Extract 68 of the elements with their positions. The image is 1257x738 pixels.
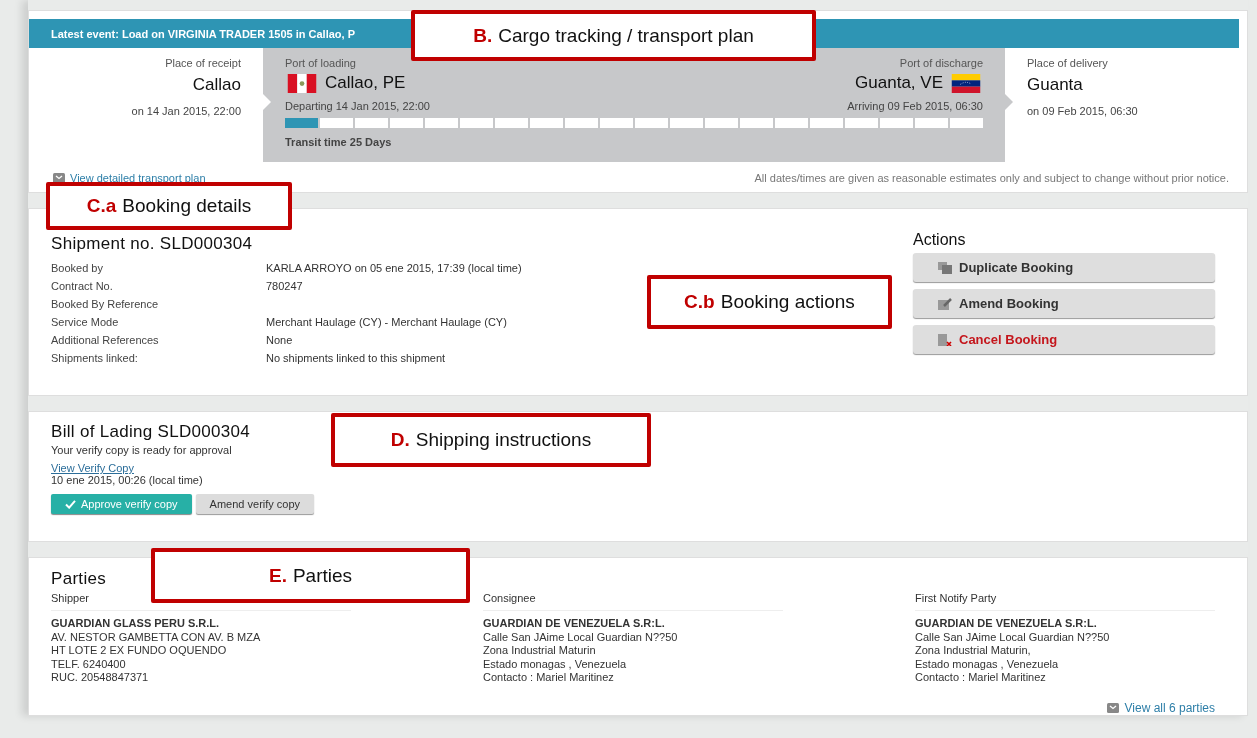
transit-time: Transit time 25 Days	[285, 136, 393, 148]
cancel-document-icon	[938, 333, 952, 346]
address-line: TELF. 6240400	[51, 657, 127, 671]
field-label: Additional References	[51, 334, 160, 346]
field-label: Booked by	[51, 262, 104, 274]
address-line: Zona Industrial Maturin	[483, 644, 597, 658]
action-button[interactable]: Amend Booking	[913, 289, 1215, 318]
date-text: on 09 Feb 2015, 06:30	[1027, 105, 1139, 117]
annotation-callout: E. Parties	[151, 548, 470, 603]
shipment-title: Shipment no. SLD000304	[51, 235, 253, 253]
party-name: GUARDIAN GLASS PERU S.R.L.	[51, 617, 221, 631]
place-name: Guanta	[1027, 75, 1084, 95]
place-label: Place of delivery	[1027, 57, 1109, 69]
date-text: Departing 14 Jan 2015, 22:00	[285, 100, 430, 112]
field-value: No shipments linked to this shipment	[266, 352, 446, 364]
action-button[interactable]: Cancel Booking	[913, 325, 1215, 354]
verify-button[interactable]: Amend verify copy	[195, 494, 315, 514]
field-label: Shipments linked:	[51, 352, 139, 364]
bill-of-lading-title: Bill of Lading SLD000304	[51, 423, 251, 441]
party-role: Consignee	[483, 592, 783, 611]
date-text: Arriving 09 Feb 2015, 06:30	[847, 100, 983, 112]
port-label: Port of loading	[285, 57, 357, 69]
address-line: AV. NESTOR GAMBETTA CON AV. B MZA	[51, 630, 262, 644]
annotation-callout: C.b Booking actions	[647, 275, 892, 329]
view-parties-link[interactable]: View all 6 parties	[1106, 700, 1215, 715]
edit-icon	[938, 297, 952, 310]
party-name: GUARDIAN DE VENEZUELA S.R:L.	[915, 617, 1098, 631]
flag-icon	[285, 73, 319, 93]
date-text: on 14 Jan 2015, 22:00	[130, 105, 241, 117]
field-value: 780247	[266, 280, 303, 292]
field-label: Contract No.	[51, 280, 114, 292]
field-value: None	[266, 334, 293, 346]
place-label: Place of receipt	[164, 57, 241, 69]
address-line: Estado monagas , Venezuela	[483, 657, 628, 671]
address-line: RUC. 20548847371	[51, 671, 150, 685]
copy-icon	[938, 261, 952, 274]
date-text: 10 ene 2015, 00:26 (local time)	[51, 474, 203, 486]
transport-plan-link[interactable]: View detailed transport plan	[53, 172, 206, 184]
address-line: Estado monagas , Venezuela	[915, 657, 1060, 671]
annotation-callout: B. Cargo tracking / transport plan	[411, 10, 816, 61]
address-line: HT LOTE 2 EX FUNDO OQUENDO	[51, 644, 228, 658]
expand-icon	[1106, 702, 1119, 713]
port-name: Callao, PE	[325, 73, 406, 93]
check-icon	[65, 499, 76, 509]
address-line: Zona Industrial Maturin,	[915, 644, 1032, 658]
field-value: KARLA ARROYO on 05 ene 2015, 17:39 (local time)	[266, 262, 522, 274]
party-name: GUARDIAN DE VENEZUELA S.R:L.	[483, 617, 666, 631]
address-line: Calle San JAime Local Guardian N??50	[915, 630, 1111, 644]
address-line: Calle San JAime Local Guardian N??50	[483, 630, 679, 644]
field-label: Booked By Reference	[51, 298, 159, 310]
port-name: Guanta, VE	[855, 73, 943, 93]
port-label: Port of discharge	[898, 57, 983, 69]
place-name: Callao	[191, 75, 241, 95]
actions-title: Actions	[913, 231, 967, 249]
status-text: Your verify copy is ready for approval	[51, 444, 232, 456]
disclaimer-text: All dates/times are given as reasonable estimates only and subject to change without prior notice.	[754, 172, 1229, 184]
action-button[interactable]: Duplicate Booking	[913, 253, 1215, 282]
field-value: Merchant Haulage (CY) - Merchant Haulage (CY)	[266, 316, 507, 328]
parties-title: Parties	[51, 570, 106, 588]
expand-icon	[53, 173, 65, 183]
latest-event-text: Latest event: Load on VIRGINIA TRADER 1505 in Callao, P	[51, 27, 355, 40]
party-role: First Notify Party	[915, 592, 1215, 611]
address-line: Contacto : Mariel Maritinez	[483, 671, 615, 685]
annotation-callout: D. Shipping instructions	[331, 413, 651, 467]
flag-icon	[949, 73, 983, 93]
address-line: Contacto : Mariel Maritinez	[915, 671, 1047, 685]
field-label: Service Mode	[51, 316, 120, 328]
annotation-callout: C.a Booking details	[46, 182, 292, 230]
